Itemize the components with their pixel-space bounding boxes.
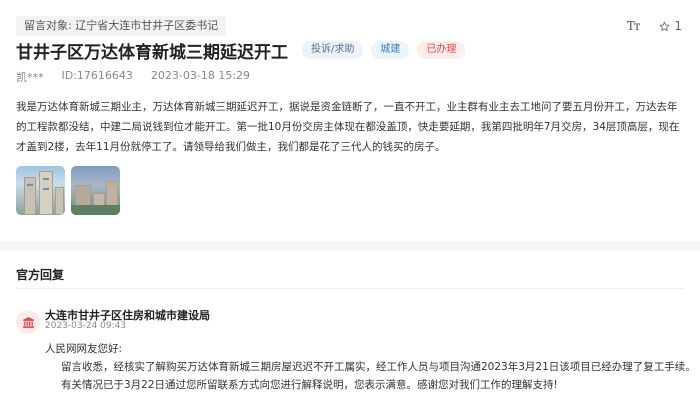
post-datetime: 2023-03-18 15:29 (150, 69, 251, 82)
post-id: ID:17616643 (61, 69, 133, 82)
official-reply-heading: 官方回复 (16, 268, 65, 282)
image-gallery (16, 166, 120, 215)
tag-type[interactable]: 投诉/求助 (302, 41, 364, 59)
reply-date: 2023-03-24 09:43 (45, 321, 127, 331)
favorite-button[interactable]: 1 (659, 19, 682, 33)
photo-thumbnail-2[interactable] (71, 166, 120, 215)
reply-greeting: 人民网网友您好: (45, 343, 123, 355)
author: 凯*** (16, 71, 44, 84)
reply-line-2: 有关情况已于3月22日通过您所留联系方式向您进行解释说明，您表示满意。感谢您对我… (61, 379, 558, 391)
top-tools: Tт 1 (627, 19, 682, 33)
star-icon (660, 21, 670, 31)
target-value: 辽宁省大连市甘井子区委书记 (75, 19, 219, 32)
post-body: 我是万达体育新城三期业主，万达体育新城三期延迟开工，据说是资金链断了，一直不开工… (16, 101, 680, 153)
post-title: 甘井子区万达体育新城三期延迟开工 (16, 42, 288, 63)
post-meta: 凯*** ID:17616643 2023-03-18 15:29 (16, 69, 250, 85)
favorite-count: 1 (674, 19, 682, 33)
title-row: 甘井子区万达体育新城三期延迟开工 投诉/求助 城建 已办理 (16, 38, 473, 63)
font-size-icon[interactable]: Tт (627, 19, 641, 33)
reply-line-1: 留言收悉，经核实了解购买万达体育新城三期房屋迟迟不开工属实，经工作人员与项目沟通… (61, 361, 696, 373)
section-divider (0, 241, 700, 251)
tag-status: 已办理 (417, 41, 466, 59)
tag-category[interactable]: 城建 (371, 41, 410, 59)
reply-content: 人民网网友您好: 留言收悉，经核实了解购买万达体育新城三期房屋迟迟不开工属实，经… (45, 340, 696, 394)
section-line (16, 288, 684, 289)
photo-thumbnail-1[interactable] (16, 166, 65, 215)
message-target-pill: 留言对象: 辽宁省大连市甘井子区委书记 (16, 16, 227, 36)
target-label: 留言对象: (24, 19, 72, 32)
government-building-icon (16, 310, 40, 334)
